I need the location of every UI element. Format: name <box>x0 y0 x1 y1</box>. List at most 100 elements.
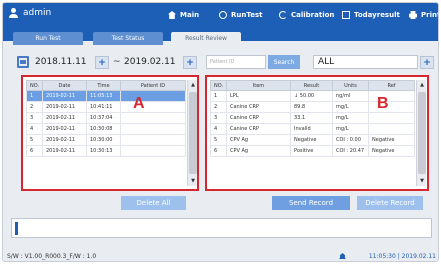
cell-units: mg/L <box>332 123 369 135</box>
calibration-icon <box>279 11 287 19</box>
date-from[interactable]: 2018.11.11 <box>35 56 87 69</box>
search-button[interactable]: Search <box>268 55 300 69</box>
cell-no: 1 <box>26 90 43 102</box>
cell-no: 6 <box>26 145 43 157</box>
tab-test-status[interactable]: Test Status <box>93 32 163 45</box>
panel-b-marker: B <box>377 95 389 112</box>
nav-todayresult[interactable]: Todayresult <box>342 3 400 27</box>
column-header-patient-id[interactable]: Patient ID <box>120 80 186 91</box>
delete-all-button[interactable]: Delete All <box>121 196 186 210</box>
scroll-thumb[interactable] <box>418 92 426 174</box>
message-box <box>11 218 432 238</box>
result-table: NO. Item Result Units Ref 1 LPL ↓ 50.00 … <box>210 80 415 157</box>
firmware-version: S/W : V1.00_R000.3_F/W : 1.0 <box>7 253 97 260</box>
cell-item: Canine CRP <box>226 101 291 113</box>
table-row[interactable]: 4 Canine CRP Invalid mg/L <box>210 123 415 135</box>
patient-id-search-input[interactable]: Patient ID <box>206 55 266 69</box>
cell-units: COI : 0.00 <box>332 134 369 146</box>
cell-time: 10:30:00 <box>86 134 121 146</box>
nav-print-label: Print <box>421 11 439 19</box>
table-row[interactable]: 3 Canine CRP 33.1 mg/L <box>210 112 415 124</box>
cell-no: 4 <box>26 123 43 135</box>
cell-no: 6 <box>210 145 227 157</box>
nav-print[interactable]: Print <box>409 3 439 27</box>
message-indicator <box>15 222 18 235</box>
table-row[interactable]: 5 2019-02-11 10:30:00 <box>26 134 186 146</box>
cell-patient-id <box>120 101 186 113</box>
scroll-up-arrow-icon[interactable]: ▲ <box>417 80 427 90</box>
table-row[interactable]: 5 CPV Ag Negative COI : 0.00 Negative <box>210 134 415 146</box>
cell-result: Negative <box>290 134 333 146</box>
user-icon <box>9 8 18 18</box>
printer-icon <box>409 11 417 19</box>
column-header-result[interactable]: Result <box>290 80 333 91</box>
date-from-plus-button[interactable]: + <box>95 56 109 69</box>
date-to[interactable]: 2019.02.11 <box>124 56 176 69</box>
column-header-no[interactable]: NO. <box>26 80 43 91</box>
record-list-scrollbar[interactable]: ▲ ▼ <box>187 80 197 186</box>
cell-no: 3 <box>210 112 227 124</box>
date-to-plus-button[interactable]: + <box>183 56 197 69</box>
column-header-no[interactable]: NO. <box>210 80 227 91</box>
send-record-button[interactable]: Send Record <box>272 196 350 210</box>
home-icon <box>168 11 176 19</box>
cell-ref <box>368 112 415 124</box>
cell-item: Canine CRP <box>226 123 291 135</box>
cell-units: mg/L <box>332 101 369 113</box>
cell-patient-id <box>120 134 186 146</box>
date-separator: ~ <box>113 57 121 67</box>
column-header-units[interactable]: Units <box>332 80 369 91</box>
scroll-down-arrow-icon[interactable]: ▼ <box>417 176 427 186</box>
nav-main-label: Main <box>180 11 200 19</box>
cell-ref <box>368 90 415 102</box>
column-header-item[interactable]: Item <box>226 80 291 91</box>
cell-item: LPL <box>226 90 291 102</box>
table-row[interactable]: 1 2019-02-11 11:05:13 <box>26 90 186 102</box>
record-list-panel: NO. Date Time Patient ID 1 2019-02-11 11… <box>21 75 199 191</box>
cell-result: Invalid <box>290 123 333 135</box>
calendar-icon[interactable] <box>17 56 29 68</box>
result-detail-scrollbar[interactable]: ▲ ▼ <box>416 80 426 186</box>
tab-run-test[interactable]: Run Test <box>13 32 83 45</box>
nav-todayresult-label: Todayresult <box>354 11 400 19</box>
result-detail-panel: NO. Item Result Units Ref 1 LPL ↓ 50.00 … <box>205 75 429 191</box>
cell-date: 2019-02-11 <box>42 90 87 102</box>
filter-select-plus-button[interactable]: + <box>420 56 434 69</box>
top-bar: admin Main RunTest Calibration Todayresu… <box>3 3 439 27</box>
cell-time: 10:30:08 <box>86 123 121 135</box>
table-row[interactable]: 3 2019-02-11 10:37:04 <box>26 112 186 124</box>
cell-item: CPV Ag <box>226 134 291 146</box>
column-header-ref[interactable]: Ref <box>368 80 415 91</box>
cell-units: mg/L <box>332 112 369 124</box>
nav-main[interactable]: Main <box>168 3 199 27</box>
cell-date: 2019-02-11 <box>42 101 87 113</box>
cell-date: 2019-02-11 <box>42 145 87 157</box>
column-header-time[interactable]: Time <box>86 80 121 91</box>
cell-result: 89.8 <box>290 101 333 113</box>
circle-icon <box>219 11 227 19</box>
cell-time: 10:41:11 <box>86 101 121 113</box>
list-icon <box>342 11 350 19</box>
table-row[interactable]: 6 2019-02-11 10:30:13 <box>26 145 186 157</box>
device-screen: admin Main RunTest Calibration Todayresu… <box>2 2 439 262</box>
delete-record-button[interactable]: Delete Record <box>357 196 423 210</box>
cell-no: 5 <box>210 134 227 146</box>
scroll-down-arrow-icon[interactable]: ▼ <box>188 176 198 186</box>
column-header-date[interactable]: Date <box>42 80 87 91</box>
table-row[interactable]: 2 2019-02-11 10:41:11 <box>26 101 186 113</box>
nav-runtest[interactable]: RunTest <box>219 3 262 27</box>
cell-item: CPV Ag <box>226 145 291 157</box>
scroll-thumb[interactable] <box>189 92 197 174</box>
cell-result: ↓ 50.00 <box>290 90 333 102</box>
cell-no: 4 <box>210 123 227 135</box>
cell-item: Canine CRP <box>226 112 291 124</box>
scroll-up-arrow-icon[interactable]: ▲ <box>188 80 198 90</box>
result-filter-select[interactable]: ALL <box>313 55 418 69</box>
table-row[interactable]: 4 2019-02-11 10:30:08 <box>26 123 186 135</box>
tab-result-review[interactable]: Result Review <box>171 32 241 45</box>
nav-calibration[interactable]: Calibration <box>279 3 334 27</box>
cell-time: 10:37:04 <box>86 112 121 124</box>
cell-patient-id <box>120 145 186 157</box>
table-row[interactable]: 6 CPV Ag Positive COI : 20.47 Negative <box>210 145 415 157</box>
record-table: NO. Date Time Patient ID 1 2019-02-11 11… <box>26 80 186 157</box>
